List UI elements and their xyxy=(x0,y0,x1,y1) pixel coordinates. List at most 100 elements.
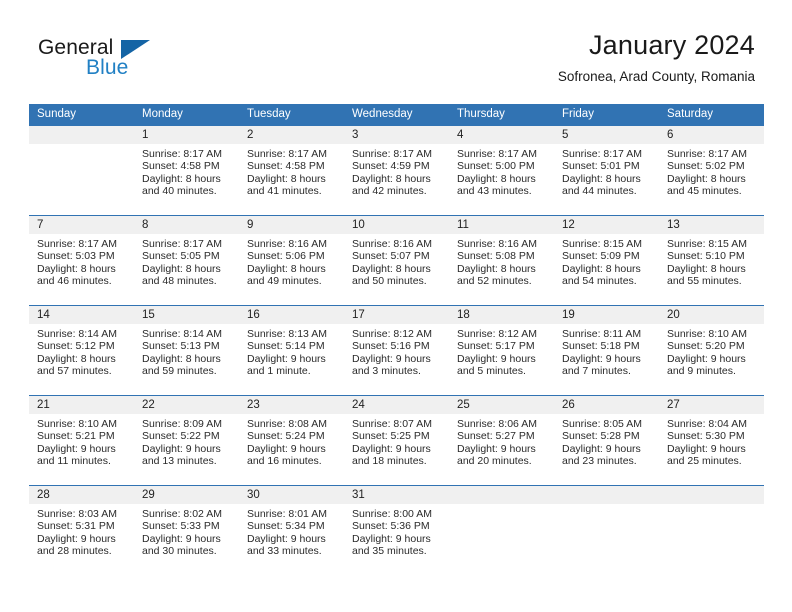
calendar-day-cell[interactable]: 27 Sunrise: 8:04 AM Sunset: 5:30 PM Dayligh… xyxy=(659,394,764,485)
day-detail-line: Sunrise: 8:13 AM xyxy=(247,327,327,340)
calendar-day-cell[interactable]: 9 Sunrise: 8:16 AM Sunset: 5:06 PM Daylight… xyxy=(239,214,344,305)
day-detail-line: Sunset: 5:36 PM xyxy=(352,520,430,533)
day-detail-line: Sunset: 5:30 PM xyxy=(667,430,745,443)
day-number: 9 xyxy=(239,215,344,234)
calendar-day-cell[interactable]: 10 Sunrise: 8:16 AM Sunset: 5:07 PM Dayligh… xyxy=(344,214,449,305)
day-detail-line: Sunset: 5:21 PM xyxy=(37,430,115,443)
calendar-day-cell[interactable]: 4 Sunrise: 8:17 AM Sunset: 5:00 PM Daylight… xyxy=(449,124,554,215)
calendar-day-cell[interactable]: 16 Sunrise: 8:13 AM Sunset: 5:14 PM Dayligh… xyxy=(239,304,344,395)
day-details: Sunrise: 8:09 AM Sunset: 5:22 PM Daylight:… xyxy=(134,414,239,468)
calendar-day-cell[interactable]: 29 Sunrise: 8:02 AM Sunset: 5:33 PM Dayligh… xyxy=(134,484,239,575)
day-number: 31 xyxy=(344,485,449,504)
calendar-day-cell[interactable]: 7 Sunrise: 8:17 AM Sunset: 5:03 PM Daylight… xyxy=(29,214,134,305)
day-details: Sunrise: 8:17 AM Sunset: 5:05 PM Daylight:… xyxy=(134,234,239,288)
calendar-week-row: 1 Sunrise: 8:17 AM Sunset: 4:58 PM Daylight… xyxy=(29,124,764,215)
day-detail-line: Daylight: 9 hours xyxy=(247,442,326,455)
day-number: 23 xyxy=(239,395,344,414)
day-detail-line: Sunset: 5:33 PM xyxy=(142,520,220,533)
day-details xyxy=(659,504,764,508)
calendar-day-cell[interactable]: 11 Sunrise: 8:16 AM Sunset: 5:08 PM Dayligh… xyxy=(449,214,554,305)
day-detail-line: and 25 minutes. xyxy=(667,455,742,468)
page-title: January 2024 xyxy=(588,30,755,60)
day-detail-line: Daylight: 8 hours xyxy=(247,262,326,275)
calendar-day-cell[interactable]: 20 Sunrise: 8:10 AM Sunset: 5:20 PM Dayligh… xyxy=(659,304,764,395)
day-details: Sunrise: 8:15 AM Sunset: 5:09 PM Daylight:… xyxy=(554,234,659,288)
day-detail-line: Sunset: 5:06 PM xyxy=(247,250,325,263)
day-detail-line: Sunset: 5:28 PM xyxy=(562,430,640,443)
day-details: Sunrise: 8:17 AM Sunset: 5:03 PM Daylight:… xyxy=(29,234,134,288)
calendar-header-row: Sunday Monday Tuesday Wednesday Thursday Frid… xyxy=(29,104,764,125)
day-detail-line: Sunset: 5:10 PM xyxy=(667,250,745,263)
day-detail-line: and 41 minutes. xyxy=(247,185,322,198)
day-detail-line: Sunrise: 8:17 AM xyxy=(142,237,222,250)
calendar-day-cell[interactable]: 1 Sunrise: 8:17 AM Sunset: 4:58 PM Daylight… xyxy=(134,124,239,215)
calendar-day-cell[interactable]: 13 Sunrise: 8:15 AM Sunset: 5:10 PM Dayligh… xyxy=(659,214,764,305)
day-detail-line: Sunrise: 8:01 AM xyxy=(247,507,327,520)
general-blue-logo[interactable]: General Blue xyxy=(38,36,238,84)
page-header: General Blue January 2024 Sofronea, Arad… xyxy=(0,0,792,104)
day-detail-line: Sunset: 5:07 PM xyxy=(352,250,430,263)
calendar-day-cell[interactable]: 17 Sunrise: 8:12 AM Sunset: 5:16 PM Dayligh… xyxy=(344,304,449,395)
calendar-day-cell[interactable]: 2 Sunrise: 8:17 AM Sunset: 4:58 PM Daylight… xyxy=(239,124,344,215)
day-number: 10 xyxy=(344,215,449,234)
calendar-day-cell[interactable]: 8 Sunrise: 8:17 AM Sunset: 5:05 PM Daylight… xyxy=(134,214,239,305)
day-number: 12 xyxy=(554,215,659,234)
day-detail-line: Sunrise: 8:15 AM xyxy=(667,237,747,250)
day-number: 5 xyxy=(554,125,659,144)
calendar-day-cell[interactable]: 15 Sunrise: 8:14 AM Sunset: 5:13 PM Dayligh… xyxy=(134,304,239,395)
day-detail-line: Sunrise: 8:10 AM xyxy=(667,327,747,340)
day-number: 29 xyxy=(134,485,239,504)
day-details: Sunrise: 8:07 AM Sunset: 5:25 PM Daylight:… xyxy=(344,414,449,468)
day-number: 1 xyxy=(134,125,239,144)
calendar-day-cell[interactable]: 5 Sunrise: 8:17 AM Sunset: 5:01 PM Daylight… xyxy=(554,124,659,215)
calendar-day-cell[interactable]: 23 Sunrise: 8:08 AM Sunset: 5:24 PM Dayligh… xyxy=(239,394,344,485)
day-detail-line: Sunset: 5:24 PM xyxy=(247,430,325,443)
weekday-header-friday: Friday xyxy=(554,104,659,125)
calendar-body: 1 Sunrise: 8:17 AM Sunset: 4:58 PM Daylight… xyxy=(29,124,764,575)
day-detail-line: and 40 minutes. xyxy=(142,185,217,198)
day-detail-line: Daylight: 9 hours xyxy=(562,352,641,365)
calendar-day-cell[interactable]: 18 Sunrise: 8:12 AM Sunset: 5:17 PM Dayligh… xyxy=(449,304,554,395)
day-detail-line: and 28 minutes. xyxy=(37,545,112,558)
calendar-day-cell[interactable]: 24 Sunrise: 8:07 AM Sunset: 5:25 PM Dayligh… xyxy=(344,394,449,485)
calendar-week-row: 7 Sunrise: 8:17 AM Sunset: 5:03 PM Daylight… xyxy=(29,214,764,305)
day-details xyxy=(449,504,554,508)
calendar-day-cell[interactable]: 31 Sunrise: 8:00 AM Sunset: 5:36 PM Dayligh… xyxy=(344,484,449,575)
day-details: Sunrise: 8:10 AM Sunset: 5:20 PM Daylight:… xyxy=(659,324,764,378)
calendar-day-cell[interactable]: 26 Sunrise: 8:05 AM Sunset: 5:28 PM Dayligh… xyxy=(554,394,659,485)
day-detail-line: Sunset: 5:09 PM xyxy=(562,250,640,263)
weekday-header-saturday: Saturday xyxy=(659,104,764,125)
day-detail-line: and 42 minutes. xyxy=(352,185,427,198)
day-detail-line: Sunrise: 8:15 AM xyxy=(562,237,642,250)
day-number xyxy=(554,485,659,504)
calendar-day-cell[interactable]: 6 Sunrise: 8:17 AM Sunset: 5:02 PM Daylight… xyxy=(659,124,764,215)
day-number: 22 xyxy=(134,395,239,414)
day-detail-line: Daylight: 9 hours xyxy=(247,532,326,545)
calendar-day-cell[interactable]: 28 Sunrise: 8:03 AM Sunset: 5:31 PM Dayligh… xyxy=(29,484,134,575)
calendar-day-cell[interactable]: 14 Sunrise: 8:14 AM Sunset: 5:12 PM Dayligh… xyxy=(29,304,134,395)
day-detail-line: and 46 minutes. xyxy=(37,275,112,288)
calendar-day-cell[interactable]: 21 Sunrise: 8:10 AM Sunset: 5:21 PM Dayligh… xyxy=(29,394,134,485)
day-detail-line: Sunset: 5:20 PM xyxy=(667,340,745,353)
calendar-day-cell[interactable]: 22 Sunrise: 8:09 AM Sunset: 5:22 PM Dayligh… xyxy=(134,394,239,485)
day-detail-line: Sunset: 5:25 PM xyxy=(352,430,430,443)
calendar-day-cell[interactable]: 30 Sunrise: 8:01 AM Sunset: 5:34 PM Dayligh… xyxy=(239,484,344,575)
calendar-day-cell[interactable]: 12 Sunrise: 8:15 AM Sunset: 5:09 PM Dayligh… xyxy=(554,214,659,305)
calendar-day-cell[interactable]: 3 Sunrise: 8:17 AM Sunset: 4:59 PM Daylight… xyxy=(344,124,449,215)
day-detail-line: Daylight: 8 hours xyxy=(562,262,641,275)
day-detail-line: and 35 minutes. xyxy=(352,545,427,558)
day-detail-line: Daylight: 9 hours xyxy=(247,352,326,365)
day-detail-line: Daylight: 8 hours xyxy=(667,262,746,275)
day-detail-line: Daylight: 9 hours xyxy=(667,442,746,455)
calendar-day-cell[interactable]: 19 Sunrise: 8:11 AM Sunset: 5:18 PM Dayligh… xyxy=(554,304,659,395)
calendar-day-cell[interactable]: 25 Sunrise: 8:06 AM Sunset: 5:27 PM Dayligh… xyxy=(449,394,554,485)
day-number: 13 xyxy=(659,215,764,234)
day-detail-line: Sunrise: 8:12 AM xyxy=(457,327,537,340)
day-details xyxy=(29,144,134,148)
day-detail-line: Sunset: 5:08 PM xyxy=(457,250,535,263)
day-details: Sunrise: 8:17 AM Sunset: 5:01 PM Daylight:… xyxy=(554,144,659,198)
day-detail-line: Sunrise: 8:14 AM xyxy=(37,327,117,340)
day-detail-line: Daylight: 9 hours xyxy=(667,352,746,365)
day-details: Sunrise: 8:16 AM Sunset: 5:07 PM Daylight:… xyxy=(344,234,449,288)
day-detail-line: and 3 minutes. xyxy=(352,365,421,378)
